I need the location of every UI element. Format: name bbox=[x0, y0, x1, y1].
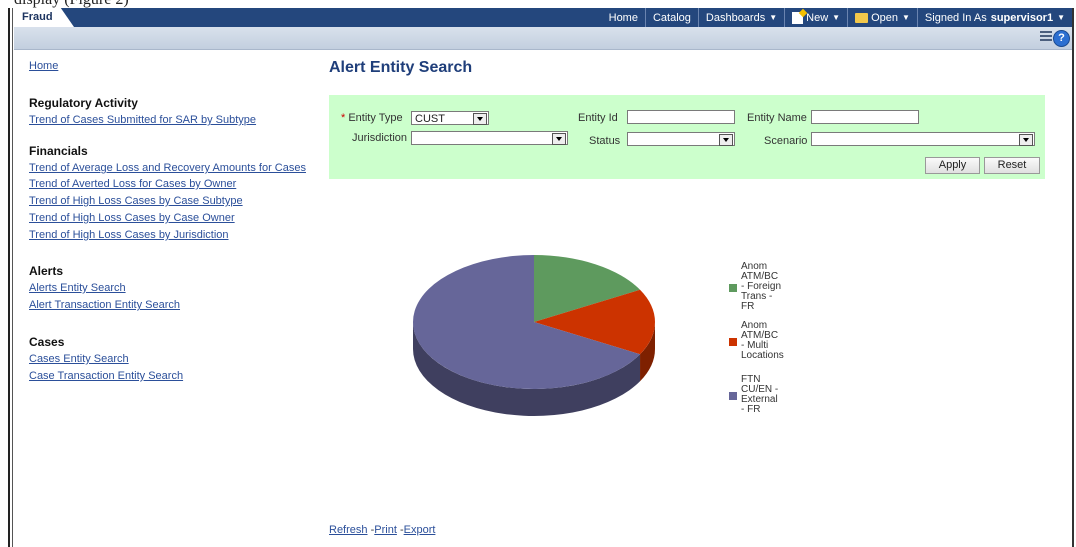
dropdown-arrow-icon bbox=[1019, 134, 1033, 146]
jurisdiction-select[interactable] bbox=[411, 131, 568, 145]
link-trend-averted-loss-owner[interactable]: Trend of Averted Loss for Cases by Owner bbox=[29, 178, 236, 190]
help-icon[interactable]: ? bbox=[1053, 30, 1070, 47]
section-title-financials: Financials bbox=[29, 144, 88, 158]
page-toolbar: ? bbox=[14, 27, 1072, 50]
new-document-icon bbox=[792, 11, 804, 24]
pie-slice bbox=[534, 255, 641, 322]
scenario-select[interactable] bbox=[811, 132, 1035, 146]
document-caption: display (Figure 2) bbox=[0, 0, 1076, 8]
page-options-icon[interactable] bbox=[1040, 31, 1052, 43]
link-case-transaction-entity-search[interactable]: Case Transaction Entity Search bbox=[29, 370, 183, 382]
legend-label: Anom ATM/BC - Multi Locations bbox=[741, 321, 784, 361]
page-title: Alert Entity Search bbox=[329, 59, 473, 76]
pie-chart bbox=[412, 255, 655, 416]
refresh-link[interactable]: Refresh bbox=[329, 524, 368, 536]
chevron-down-icon: ▼ bbox=[769, 13, 778, 22]
folder-icon bbox=[855, 12, 869, 23]
link-trend-high-loss-owner[interactable]: Trend of High Loss Cases by Case Owner bbox=[29, 212, 235, 224]
chevron-down-icon: ▼ bbox=[832, 13, 841, 22]
jurisdiction-label: Jurisdiction bbox=[352, 132, 408, 144]
dropdown-arrow-icon bbox=[719, 134, 733, 146]
legend-label: FTN CU/EN - External - FR bbox=[741, 375, 778, 415]
legend-swatch bbox=[729, 338, 737, 346]
nav-new[interactable]: New ▼ bbox=[784, 8, 847, 27]
link-trend-high-loss-subtype[interactable]: Trend of High Loss Cases by Case Subtype bbox=[29, 195, 243, 207]
nav-open[interactable]: Open ▼ bbox=[847, 8, 917, 27]
section-title-regulatory-activity: Regulatory Activity bbox=[29, 96, 138, 110]
pie-slice bbox=[534, 289, 655, 355]
filter-panel: * Entity Type CUST Entity Id Entity Name… bbox=[329, 95, 1045, 179]
entity-name-label: Entity Name bbox=[747, 112, 807, 124]
window-frame-left bbox=[0, 8, 14, 547]
link-trend-sar-by-subtype[interactable]: Trend of Cases Submitted for SAR by Subt… bbox=[29, 114, 256, 126]
legend-label-line: FR bbox=[741, 301, 755, 312]
status-select[interactable] bbox=[627, 132, 735, 146]
dropdown-arrow-icon bbox=[552, 133, 566, 145]
export-link[interactable]: Export bbox=[404, 524, 436, 536]
entity-id-input[interactable] bbox=[627, 110, 735, 124]
pie-slice-side bbox=[640, 322, 655, 382]
print-link[interactable]: Print bbox=[374, 524, 397, 536]
status-label: Status bbox=[589, 135, 621, 147]
entity-type-label: * Entity Type bbox=[341, 112, 403, 124]
app-tab-fraud[interactable]: Fraud bbox=[14, 8, 74, 27]
legend-label: Anom ATM/BC - Foreign Trans - FR bbox=[741, 262, 781, 312]
legend-label-line: - FR bbox=[741, 404, 761, 415]
entity-id-label: Entity Id bbox=[578, 112, 618, 124]
nav-dashboards[interactable]: Dashboards ▼ bbox=[697, 8, 784, 27]
apply-button[interactable]: Apply bbox=[925, 157, 980, 174]
link-cases-entity-search[interactable]: Cases Entity Search bbox=[29, 353, 129, 365]
global-header: Fraud Home Catalog Dashboards ▼ New ▼ Open… bbox=[14, 8, 1072, 27]
legend-swatch bbox=[729, 284, 737, 292]
link-trend-avg-loss-recovery[interactable]: Trend of Average Loss and Recovery Amoun… bbox=[29, 162, 306, 174]
section-title-cases: Cases bbox=[29, 335, 65, 349]
link-trend-high-loss-jurisdiction[interactable]: Trend of High Loss Cases by Jurisdiction bbox=[29, 229, 229, 241]
sidebar-home-link[interactable]: Home bbox=[29, 60, 58, 72]
legend-swatch bbox=[729, 392, 737, 400]
nav-user-menu[interactable]: Signed In As supervisor1 ▼ bbox=[916, 8, 1072, 27]
chevron-down-icon: ▼ bbox=[1057, 13, 1065, 22]
dropdown-arrow-icon bbox=[473, 113, 487, 125]
link-alerts-entity-search[interactable]: Alerts Entity Search bbox=[29, 282, 126, 294]
scenario-label: Scenario bbox=[764, 135, 808, 147]
legend-label-line: Locations bbox=[741, 350, 784, 361]
reset-button[interactable]: Reset bbox=[984, 157, 1040, 174]
nav-home[interactable]: Home bbox=[602, 8, 645, 27]
pie-slice bbox=[412, 255, 641, 390]
window-frame-right bbox=[1072, 8, 1074, 547]
nav-catalog[interactable]: Catalog bbox=[644, 8, 698, 27]
entity-name-input[interactable] bbox=[811, 110, 919, 124]
section-title-alerts: Alerts bbox=[29, 264, 64, 278]
global-nav: Home Catalog Dashboards ▼ New ▼ Open ▼ Sign… bbox=[602, 8, 1072, 27]
link-alert-transaction-entity-search[interactable]: Alert Transaction Entity Search bbox=[29, 299, 180, 311]
entity-type-select[interactable]: CUST bbox=[411, 111, 489, 125]
pie-slice-side bbox=[413, 322, 641, 416]
chevron-down-icon: ▼ bbox=[902, 13, 910, 22]
report-links: Refresh -Print -Export bbox=[329, 524, 435, 536]
